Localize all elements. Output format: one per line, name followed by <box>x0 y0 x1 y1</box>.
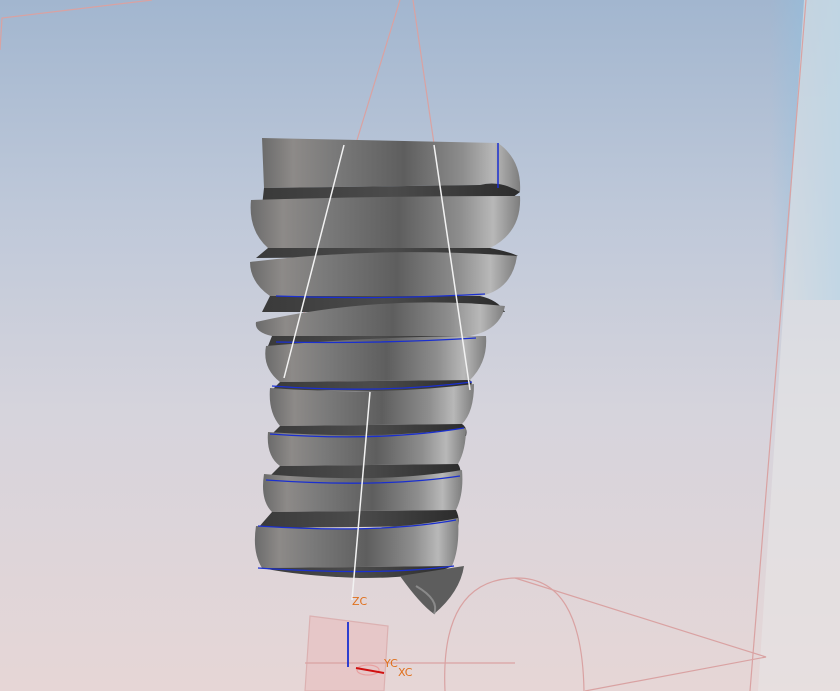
revolve-sketch[interactable] <box>444 577 767 691</box>
coil-2 <box>250 196 521 258</box>
wcs-plane <box>304 615 389 691</box>
wcs-triad[interactable]: ZC YC XC <box>304 595 515 691</box>
model-scene: ZC YC XC <box>0 0 840 691</box>
coil-3 <box>250 252 517 312</box>
spring-body[interactable] <box>250 138 521 615</box>
yc-label: YC <box>383 657 398 670</box>
zc-label: ZC <box>352 595 368 608</box>
datum-plane-edge-left <box>0 0 153 51</box>
graphics-viewport[interactable]: ZC YC XC <box>0 0 840 691</box>
xc-label: XC <box>398 666 413 679</box>
